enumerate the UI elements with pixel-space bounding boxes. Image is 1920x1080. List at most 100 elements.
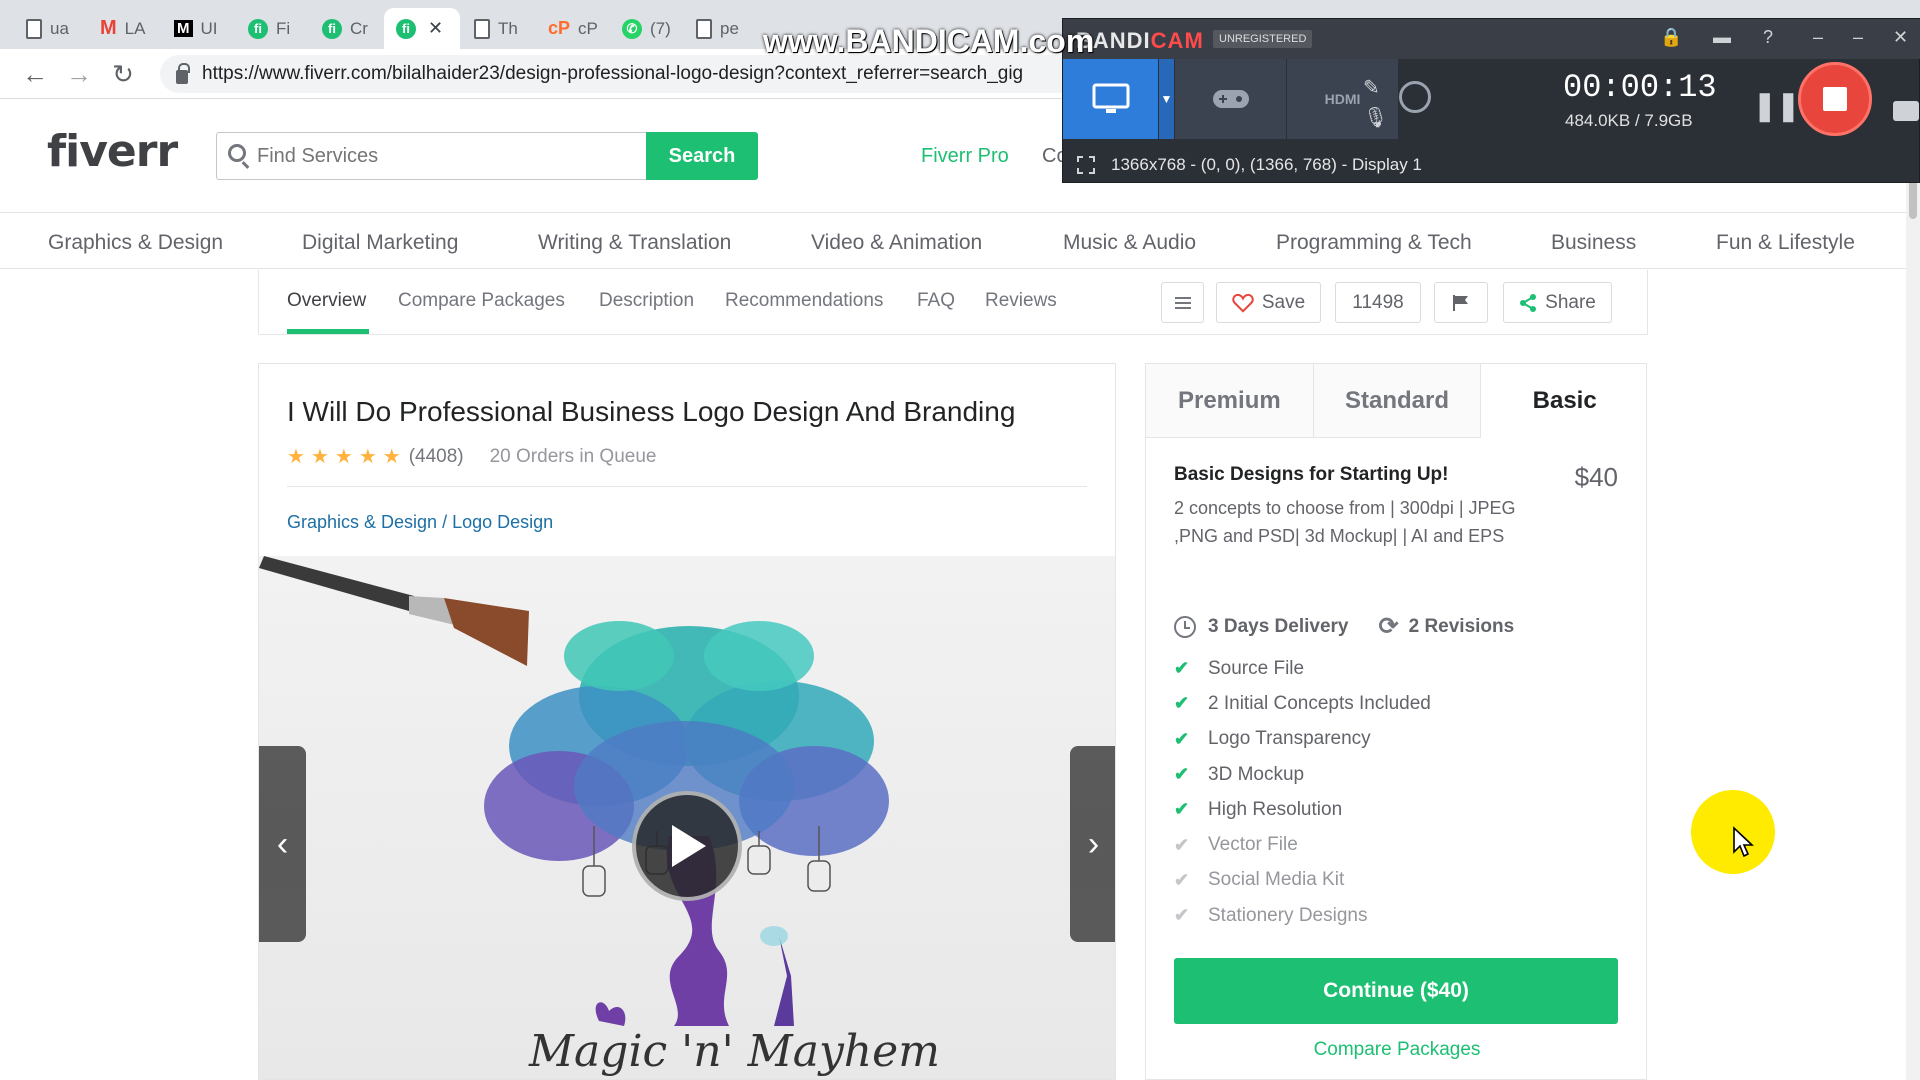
help-icon[interactable]: ? [1763,27,1773,48]
category-digital-marketing[interactable]: Digital Marketing [302,231,458,255]
carousel-prev-button[interactable]: ‹ [259,746,306,942]
lock-icon [176,62,190,84]
back-icon[interactable]: ← [20,59,50,89]
feature-item: ✔ Source File [1174,651,1431,686]
tab-title: ua [50,18,69,38]
subnav-reviews[interactable]: Reviews [985,290,1057,312]
star-icon: ★ [382,446,401,468]
cursor-effect-icon[interactable]: ✎ [1363,75,1380,100]
fiverr-pro-link[interactable]: Fiverr Pro [921,145,1009,168]
feature-label: Stationery Designs [1208,904,1368,926]
browser-tab[interactable]: M LA [88,8,158,49]
browser-tab[interactable]: cP cP [536,8,606,49]
screen-mode-button[interactable] [1063,59,1159,139]
category-video-animation[interactable]: Video & Animation [811,231,982,255]
star-icon: ★ [310,446,329,468]
browser-tab[interactable]: ✆ (7) [610,8,680,49]
fiverr-icon: fi [396,18,416,39]
delivery-time: 3 Days Delivery [1208,615,1349,637]
lock-icon[interactable]: 🔒 [1660,27,1682,48]
search-button[interactable]: Search [646,132,758,180]
folder-icon[interactable]: ▬ [1713,27,1731,48]
mode-dropdown-button[interactable]: ▼ [1159,59,1175,139]
category-fun-lifestyle[interactable]: Fun & Lifestyle [1716,231,1855,255]
continue-button[interactable]: Continue ($40) [1174,958,1618,1024]
paintbrush-image [259,556,529,666]
reload-icon[interactable]: ↻ [108,59,138,89]
breadcrumb[interactable]: Graphics & Design / Logo Design [287,512,553,533]
carousel-next-button[interactable]: › [1070,746,1115,942]
browser-tab[interactable]: M UI [162,8,232,49]
browser-tab-active[interactable]: fi ✕ [384,8,460,49]
webcam-icon[interactable] [1399,81,1431,113]
subnav-faq[interactable]: FAQ [917,290,955,312]
clock-icon [1174,615,1196,638]
fairy-silhouette [774,936,794,1026]
play-icon [672,825,706,867]
category-graphics-design[interactable]: Graphics & Design [48,231,223,255]
star-icon: ★ [334,446,353,468]
recording-modes: ▼ HDMI [1063,59,1399,139]
compare-packages-link[interactable]: Compare Packages [1146,1039,1646,1061]
browser-tab[interactable]: pe [684,8,754,49]
close-tab-icon[interactable]: ✕ [428,18,443,39]
bandicam-status-bar: 1366x768 - (0, 0), (1366, 768) - Display… [1063,145,1920,184]
feature-item: ✔ 2 Initial Concepts Included [1174,686,1431,721]
bandicam-titlebar: BANDICAM UNREGISTERED 🔒 ▬ ? – – ✕ [1063,19,1920,59]
browser-tab[interactable]: fi Fi [236,8,306,49]
subnav-overview[interactable]: Overview [287,290,366,312]
report-button[interactable] [1434,282,1488,323]
play-video-button[interactable] [632,791,742,901]
doc-icon [474,18,490,39]
game-mode-button[interactable] [1175,59,1287,139]
package-card: Premium Standard Basic Basic Designs for… [1145,363,1647,1080]
url-text: https://www.fiverr.com/bilalhaider23/des… [202,63,1024,84]
check-icon: ✔ [1174,693,1190,714]
cpanel-icon: cP [548,18,571,38]
screenshot-camera-icon[interactable] [1893,101,1919,121]
recording-size: 484.0KB / 7.9GB [1565,111,1693,130]
share-button[interactable]: Share [1503,282,1612,323]
search-input[interactable] [216,132,646,180]
subnav-compare-packages[interactable]: Compare Packages [398,290,565,312]
scrollbar-thumb[interactable] [1909,179,1917,219]
save-count-value: 11498 [1352,291,1404,313]
tab-premium[interactable]: Premium [1146,364,1314,438]
minimize-tray-icon[interactable]: – [1853,27,1863,48]
subnav-recommendations[interactable]: Recommendations [725,290,883,312]
chevron-left-icon: ‹ [276,824,289,863]
active-tab-underline [287,329,369,334]
category-programming-tech[interactable]: Programming & Tech [1276,231,1472,255]
browser-tab[interactable]: Th [462,8,532,49]
category-business[interactable]: Business [1551,231,1636,255]
recording-timer: 00:00:13 [1563,69,1717,106]
browser-tab[interactable]: fi Cr [310,8,380,49]
stop-record-button[interactable] [1798,62,1872,136]
rating-count[interactable]: (4408) [409,446,464,468]
microphone-icon[interactable]: 🎙 [1363,105,1388,130]
tab-basic[interactable]: Basic [1481,364,1646,438]
page-scrollbar[interactable] [1906,99,1920,1080]
tab-standard[interactable]: Standard [1313,364,1482,438]
feature-item: ✔ Logo Transparency [1174,722,1431,757]
category-writing-translation[interactable]: Writing & Translation [538,231,731,255]
menu-button[interactable] [1161,282,1204,323]
forward-icon[interactable]: → [64,59,94,89]
bandicam-watermark: www.BANDICAM.com [763,23,1095,59]
heart-icon [1232,293,1254,313]
chevron-right-icon: › [1087,824,1100,863]
minimize-icon[interactable]: – [1813,27,1823,48]
browser-tab[interactable]: ua [14,8,84,49]
feature-item: ✔ High Resolution [1174,792,1431,827]
close-icon[interactable]: ✕ [1893,27,1908,48]
share-icon [1519,293,1537,312]
chevron-down-icon: ▼ [1160,92,1173,106]
bandicam-logo: BANDICAM [1076,28,1204,54]
subnav-description[interactable]: Description [599,290,694,312]
feature-item-excluded: ✔ Social Media Kit [1174,863,1431,898]
category-music-audio[interactable]: Music & Audio [1063,231,1196,255]
star-icon: ★ [287,446,305,468]
fiverr-logo[interactable]: fiverr [47,126,178,177]
save-button[interactable]: Save [1216,282,1321,323]
pause-icon[interactable]: ❚❚ [1753,89,1800,122]
